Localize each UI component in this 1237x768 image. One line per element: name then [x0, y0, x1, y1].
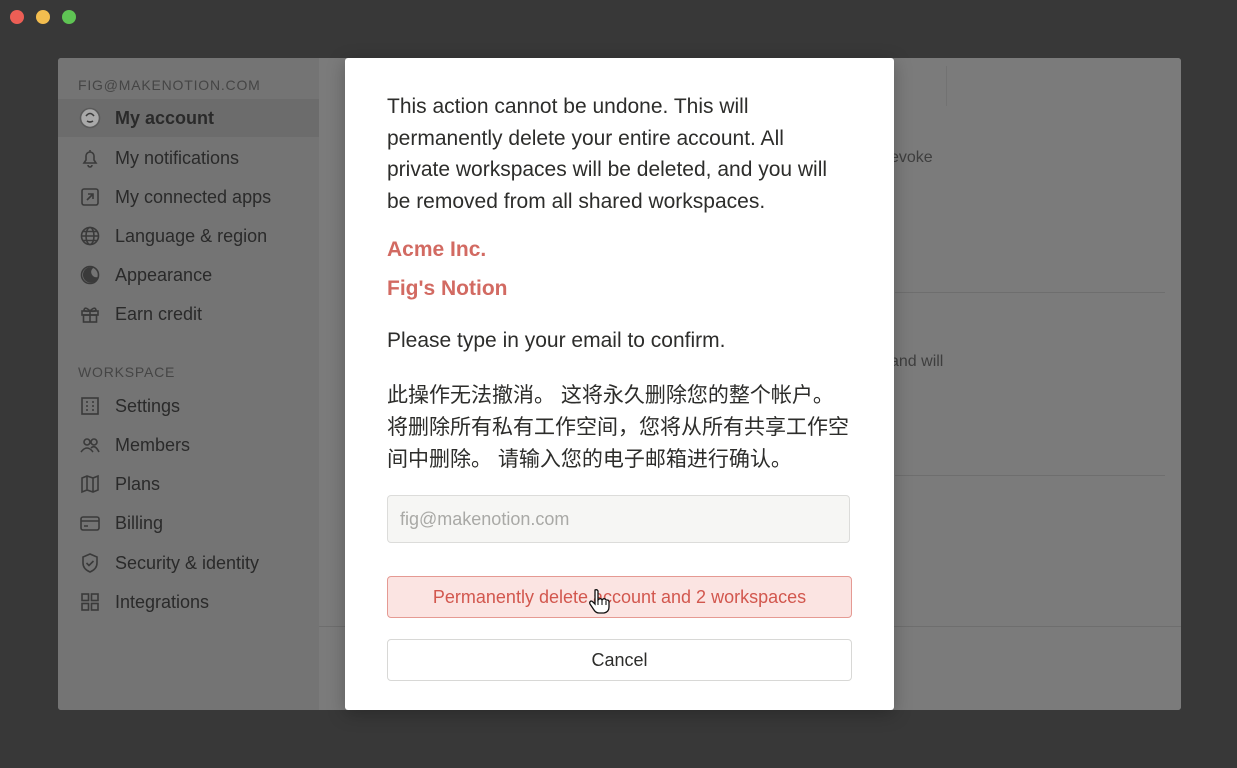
moon-icon [79, 264, 101, 286]
sidebar-item-label: Security & identity [115, 552, 260, 573]
sidebar-item-notifications[interactable]: My notifications [58, 139, 319, 177]
sidebar-item-label: Earn credit [115, 303, 203, 324]
sidebar-item-label: Settings [115, 395, 181, 416]
cancel-button[interactable]: Cancel [387, 639, 852, 681]
chinese-translation-text: 此操作无法撤消。 这将永久删除您的整个帐户。 将删除所有私有工作空间，您将从所有… [387, 384, 849, 471]
sidebar-item-security[interactable]: Security & identity [58, 544, 319, 582]
sidebar-item-connected-apps[interactable]: My connected apps [58, 178, 319, 216]
warning-text: This action cannot be undone. This will … [387, 95, 828, 213]
minimize-window-button[interactable] [36, 10, 50, 24]
sidebar-item-members[interactable]: Members [58, 426, 319, 464]
credit-card-icon [79, 512, 101, 534]
sidebar-item-earn-credit[interactable]: Earn credit [58, 295, 319, 333]
people-icon [79, 434, 101, 456]
email-confirm-input[interactable] [387, 495, 850, 543]
sidebar-item-billing[interactable]: Billing [58, 504, 319, 542]
divider [895, 292, 1165, 293]
map-icon [79, 473, 101, 495]
maximize-window-button[interactable] [62, 10, 76, 24]
bell-icon [79, 147, 101, 169]
close-window-button[interactable] [10, 10, 24, 24]
sidebar-item-label: Integrations [115, 591, 210, 612]
sidebar-item-integrations[interactable]: Integrations [58, 583, 319, 621]
settings-sidebar: FIG@MAKENOTION.COM My account My notific… [58, 58, 319, 710]
sidebar-item-label: Appearance [115, 264, 213, 285]
sidebar-item-settings[interactable]: Settings [58, 387, 319, 425]
sidebar-item-language-region[interactable]: Language & region [58, 217, 319, 255]
sidebar-item-my-account[interactable]: My account [58, 99, 319, 137]
hand-pointer-cursor-icon [589, 589, 610, 614]
sidebar-item-label: My account [115, 107, 215, 128]
sidebar-item-label: My notifications [115, 147, 240, 168]
gift-icon [79, 303, 101, 325]
background-text-fragment: and will [890, 353, 944, 370]
divider [895, 475, 1165, 476]
globe-icon [79, 225, 101, 247]
sidebar-item-plans[interactable]: Plans [58, 465, 319, 503]
sidebar-item-label: Billing [115, 512, 164, 533]
grid-icon [79, 591, 101, 613]
delete-account-modal: This action cannot be undone. This will … [345, 58, 894, 710]
sidebar-item-label: Members [115, 434, 191, 455]
sidebar-item-label: Plans [115, 473, 161, 494]
building-icon [79, 395, 101, 417]
workspace-name: Acme Inc. [387, 238, 487, 261]
workspace-name: Fig's Notion [387, 277, 508, 300]
workspace-section-label: WORKSPACE [78, 364, 176, 380]
sidebar-item-appearance[interactable]: Appearance [58, 256, 319, 294]
external-link-icon [79, 186, 101, 208]
background-text-fragment: evoke [890, 149, 933, 166]
permanently-delete-button[interactable]: Permanently delete account and 2 workspa… [387, 576, 852, 618]
confirm-prompt: Please type in your email to confirm. [387, 329, 726, 352]
divider [946, 66, 947, 106]
avatar-icon [79, 107, 101, 129]
account-email-label: FIG@MAKENOTION.COM [78, 77, 261, 93]
sidebar-item-label: Language & region [115, 225, 268, 246]
sidebar-item-label: My connected apps [115, 186, 272, 207]
shield-icon [79, 552, 101, 574]
